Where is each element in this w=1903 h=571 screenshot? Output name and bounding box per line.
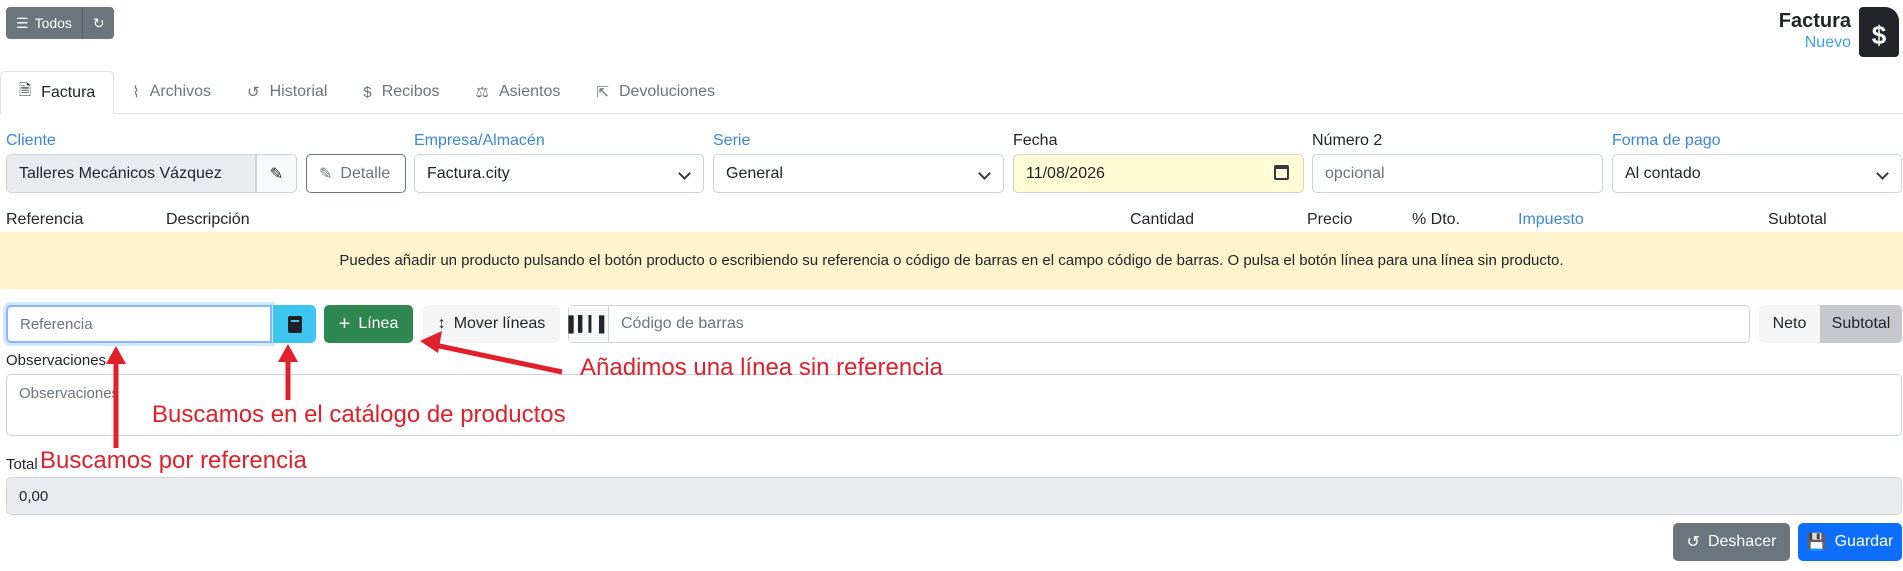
pencil-icon: ✎ <box>269 165 284 183</box>
col-descripcion: Descripción <box>166 211 250 228</box>
list-icon: ☰ <box>16 14 29 31</box>
paperclip-icon: ⌇ <box>132 84 140 101</box>
save-icon: 💾 <box>1806 534 1827 551</box>
col-cantidad: Cantidad <box>1130 211 1195 228</box>
todos-label: Todos <box>34 15 72 31</box>
history-icon: ↺ <box>247 84 260 101</box>
empresa-label[interactable]: Empresa/Almacén <box>414 132 545 150</box>
undo-icon: ↺ <box>1686 534 1700 551</box>
barcode-input[interactable]: Código de barras <box>609 306 744 342</box>
col-precio: Precio <box>1307 211 1353 228</box>
empresa-select[interactable]: Factura.city <box>414 154 704 193</box>
tab-archivos[interactable]: ⌇ Archivos <box>114 71 229 113</box>
cliente-field[interactable]: Talleres Mecánicos Vázquez <box>6 154 256 193</box>
catalog-button[interactable] <box>273 305 316 343</box>
balance-scale-icon: ⚖ <box>475 84 489 101</box>
arrow-linea <box>429 341 563 375</box>
numero2-label: Número 2 <box>1312 132 1383 149</box>
fecha-input[interactable]: 11/08/2026 <box>1013 154 1304 193</box>
info-notice: Puedes añadir un producto pulsando el bo… <box>0 232 1903 289</box>
cliente-label[interactable]: Cliente <box>6 132 56 150</box>
deshacer-button[interactable]: ↺ Deshacer <box>1673 523 1790 561</box>
total-label: Total <box>6 456 38 473</box>
edit-square-icon: ✎ <box>319 165 333 183</box>
fecha-label: Fecha <box>1013 132 1058 149</box>
tab-bar: 🗎 Factura ⌇ Archivos ↺ Historial $ Recib… <box>0 71 1903 114</box>
todos-button[interactable]: ☰ Todos ↻ <box>6 7 114 39</box>
book-icon <box>287 315 302 333</box>
col-dto: % Dto. <box>1412 211 1461 228</box>
detalle-button[interactable]: ✎ Detalle <box>306 154 406 193</box>
referencia-input[interactable]: Referencia <box>6 305 272 343</box>
col-subtotal: Subtotal <box>1768 211 1827 228</box>
total-field: 0,00 <box>6 477 1902 515</box>
tab-asientos[interactable]: ⚖ Asientos <box>458 71 579 113</box>
calendar-icon[interactable] <box>1274 165 1289 180</box>
file-icon: 🗎 <box>19 82 32 99</box>
forma-pago-label[interactable]: Forma de pago <box>1612 132 1721 150</box>
tab-historial[interactable]: ↺ Historial <box>229 71 345 113</box>
page-title: Factura <box>1778 10 1851 32</box>
barcode-icon: ▌▍▎▌ <box>568 306 610 342</box>
refresh-icon[interactable]: ↻ <box>93 15 105 32</box>
add-linea-button[interactable]: + Línea <box>324 305 413 343</box>
neto-toggle[interactable]: Neto <box>1759 305 1820 343</box>
barcode-group: ▌▍▎▌ Código de barras <box>568 305 1750 343</box>
plus-icon: + <box>338 312 351 335</box>
forma-pago-select[interactable]: Al contado <box>1612 154 1902 193</box>
document-header: Factura Nuevo <box>1779 9 1851 53</box>
col-referencia: Referencia <box>6 211 84 228</box>
serie-select[interactable]: General <box>713 154 1004 193</box>
arrows-vertical-icon: ↕ <box>437 315 446 332</box>
tab-devoluciones[interactable]: ⇱ Devoluciones <box>578 71 733 113</box>
share-icon: ⇱ <box>596 84 609 101</box>
tab-factura[interactable]: 🗎 Factura <box>0 71 115 114</box>
annotation-linea: Añadimos una línea sin referencia <box>580 354 943 381</box>
numero2-input[interactable]: opcional <box>1312 154 1603 193</box>
annotation-catalogo: Buscamos en el catálogo de productos <box>152 401 566 428</box>
subtotal-toggle[interactable]: Subtotal <box>1820 305 1902 343</box>
edit-cliente-button[interactable]: ✎ <box>256 154 297 193</box>
col-impuesto[interactable]: Impuesto <box>1518 211 1584 229</box>
invoice-dollar-icon: $ <box>1859 7 1899 57</box>
guardar-button[interactable]: 💾 Guardar <box>1798 523 1902 561</box>
dollar-icon: $ <box>363 83 372 101</box>
annotation-referencia: Buscamos por referencia <box>40 447 307 474</box>
tab-recibos[interactable]: $ Recibos <box>345 71 457 113</box>
observaciones-label: Observaciones <box>6 352 107 369</box>
chevron-down-icon <box>978 167 991 180</box>
status-badge: Nuevo <box>1804 34 1851 51</box>
mover-lineas-button[interactable]: ↕ Mover líneas <box>423 305 560 343</box>
serie-label[interactable]: Serie <box>713 132 750 150</box>
chevron-down-icon <box>1876 167 1889 180</box>
chevron-down-icon <box>678 167 691 180</box>
